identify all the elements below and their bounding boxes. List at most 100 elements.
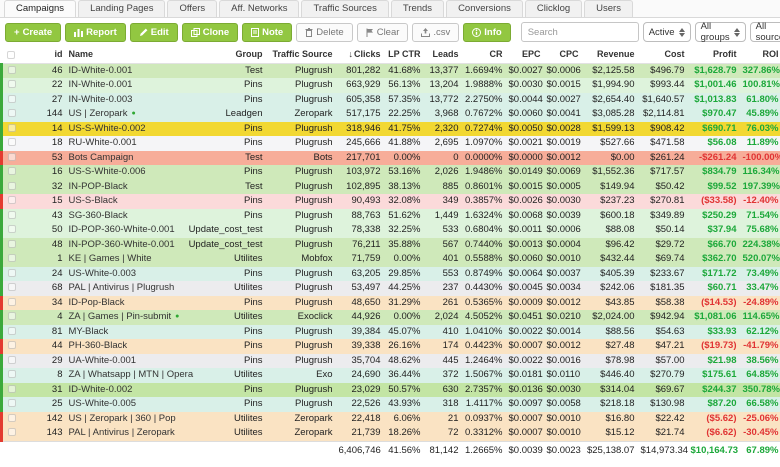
- table-row[interactable]: 43 SG-360-Black Pins Plugrush 88,763 51.…: [2, 209, 780, 224]
- row-checkbox[interactable]: [8, 298, 16, 306]
- table-row[interactable]: 68 PAL | Antivirus | Plugrush Utilites P…: [2, 281, 780, 296]
- table-row[interactable]: 15 US-S-Black Pins Plugrush 90,493 32.08…: [2, 194, 780, 209]
- export-csv-button[interactable]: .csv: [412, 23, 459, 42]
- table-row[interactable]: 48 IN-POP-360-White-0.001 Update_cost_te…: [2, 238, 780, 253]
- table-row[interactable]: 4 ZA | Games | Pin-submit● Utilites Exoc…: [2, 310, 780, 325]
- col-header-cost[interactable]: Cost: [638, 46, 688, 63]
- status-dot-icon: ●: [175, 313, 179, 320]
- row-checkbox[interactable]: [8, 312, 16, 320]
- create-button[interactable]: +Create: [5, 23, 61, 42]
- col-header-cr[interactable]: CR: [462, 46, 506, 63]
- table-row[interactable]: 142 US | Zeropark | 360 | Pop Utilites Z…: [2, 412, 780, 427]
- table-row[interactable]: 53 Bots Campaign Test Bots 217,701 0.00%…: [2, 151, 780, 166]
- tab-trends[interactable]: Trends: [391, 0, 444, 17]
- tab-landing-pages[interactable]: Landing Pages: [78, 0, 165, 17]
- cell-revenue: $237.23: [582, 194, 638, 209]
- tab-traffic-sources[interactable]: Traffic Sources: [301, 0, 388, 17]
- table-row[interactable]: 31 ID-White-0.002 Pins Plugrush 23,029 5…: [2, 383, 780, 398]
- table-row[interactable]: 22 IN-White-0.001 Pins Plugrush 663,929 …: [2, 78, 780, 93]
- cell-revenue: $88.08: [582, 223, 638, 238]
- table-row[interactable]: 34 ID-Pop-Black Pins Plugrush 48,650 31.…: [2, 296, 780, 311]
- row-checkbox[interactable]: [8, 356, 16, 364]
- row-checkbox[interactable]: [8, 167, 16, 175]
- row-checkbox[interactable]: [8, 254, 16, 262]
- col-header-leads[interactable]: Leads: [424, 46, 462, 63]
- col-header-revenue[interactable]: Revenue: [582, 46, 638, 63]
- row-checkbox[interactable]: [8, 399, 16, 407]
- col-header-lp-ctr[interactable]: LP CTR: [384, 46, 424, 63]
- cell-profit: $834.79: [688, 165, 740, 180]
- table-row[interactable]: 81 MY-Black Pins Plugrush 39,384 45.07% …: [2, 325, 780, 340]
- table-row[interactable]: 25 US-White-0.005 Pins Plugrush 22,526 4…: [2, 397, 780, 412]
- col-header-group[interactable]: Group: [186, 46, 266, 63]
- table-row[interactable]: 24 US-White-0.003 Pins Plugrush 63,205 2…: [2, 267, 780, 282]
- info-button[interactable]: Info: [463, 23, 510, 42]
- row-checkbox[interactable]: [8, 124, 16, 132]
- row-checkbox[interactable]: [8, 341, 16, 349]
- search-input[interactable]: [521, 22, 639, 42]
- cell-name: SG-360-Black: [66, 209, 186, 224]
- table-row[interactable]: 32 IN-POP-Black Test Plugrush 102,895 38…: [2, 180, 780, 195]
- cell-leads: 72: [424, 426, 462, 441]
- tab-conversions[interactable]: Conversions: [446, 0, 523, 17]
- tab-campaigns[interactable]: Campaigns: [4, 0, 76, 17]
- table-row[interactable]: 1 KE | Games | White Utilites Mobfox 71,…: [2, 252, 780, 267]
- group-filter-select[interactable]: All groups: [695, 22, 746, 42]
- row-checkbox[interactable]: [8, 66, 16, 74]
- tab-offers[interactable]: Offers: [167, 0, 217, 17]
- col-header-epc[interactable]: EPC: [506, 46, 544, 63]
- col-header-clicks[interactable]: ↓Clicks: [336, 46, 384, 63]
- table-row[interactable]: 46 ID-White-0.001 Test Plugrush 801,282 …: [2, 63, 780, 78]
- cell-cr: 0.6804%: [462, 223, 506, 238]
- row-checkbox[interactable]: [8, 138, 16, 146]
- clone-button[interactable]: Clone: [182, 23, 238, 42]
- row-checkbox[interactable]: [8, 80, 16, 88]
- cell-group: Pins: [186, 165, 266, 180]
- col-header-traffic-source[interactable]: Traffic Source: [266, 46, 336, 63]
- table-row[interactable]: 144 US | Zeropark● Leadgen Zeropark 517,…: [2, 107, 780, 122]
- table-row[interactable]: 44 PH-360-Black Pins Plugrush 39,338 26.…: [2, 339, 780, 354]
- row-checkbox[interactable]: [8, 414, 16, 422]
- row-checkbox[interactable]: [8, 109, 16, 117]
- row-checkbox[interactable]: [8, 370, 16, 378]
- col-header-roi[interactable]: ROI: [740, 46, 780, 63]
- table-row[interactable]: 143 PAL | Antivirus | Zeropark Utilites …: [2, 426, 780, 441]
- delete-button[interactable]: Delete: [296, 23, 352, 42]
- row-checkbox[interactable]: [8, 385, 16, 393]
- table-row[interactable]: 50 ID-POP-360-White-0.001 Update_cost_te…: [2, 223, 780, 238]
- cell-cpc: $0.0004: [544, 238, 582, 253]
- row-checkbox[interactable]: [8, 211, 16, 219]
- report-button[interactable]: Report: [65, 23, 126, 42]
- table-row[interactable]: 27 IN-White-0.003 Pins Plugrush 605,358 …: [2, 93, 780, 108]
- row-checkbox[interactable]: [8, 283, 16, 291]
- row-checkbox[interactable]: [8, 153, 16, 161]
- row-checkbox[interactable]: [8, 327, 16, 335]
- table-row[interactable]: 18 RU-White-0.001 Pins Plugrush 245,666 …: [2, 136, 780, 151]
- col-header-id[interactable]: id: [30, 46, 66, 63]
- status-filter-select[interactable]: Active: [643, 22, 691, 42]
- row-checkbox[interactable]: [8, 95, 16, 103]
- edit-button[interactable]: Edit: [130, 23, 178, 42]
- note-button[interactable]: Note: [242, 23, 292, 42]
- source-filter-select[interactable]: All sources: [750, 22, 780, 42]
- table-row[interactable]: 16 US-S-White-0.006 Pins Plugrush 103,97…: [2, 165, 780, 180]
- tab-users[interactable]: Users: [584, 0, 633, 17]
- tab-aff-networks[interactable]: Aff. Networks: [219, 0, 299, 17]
- row-checkbox[interactable]: [8, 182, 16, 190]
- table-row[interactable]: 14 US-S-White-0.002 Pins Plugrush 318,94…: [2, 122, 780, 137]
- row-checkbox[interactable]: [8, 225, 16, 233]
- tab-clicklog[interactable]: Clicklog: [525, 0, 582, 17]
- row-checkbox[interactable]: [8, 240, 16, 248]
- cell-epc: $0.0044: [506, 93, 544, 108]
- row-checkbox[interactable]: [8, 269, 16, 277]
- col-header-cpc[interactable]: CPC: [544, 46, 582, 63]
- table-row[interactable]: 8 ZA | Whatsapp | MTN | Opera Utilites E…: [2, 368, 780, 383]
- select-all-checkbox[interactable]: [7, 51, 15, 59]
- row-checkbox[interactable]: [8, 428, 16, 436]
- col-header-profit[interactable]: Profit: [688, 46, 740, 63]
- table-row[interactable]: 29 UA-White-0.001 Pins Plugrush 35,704 4…: [2, 354, 780, 369]
- col-header-name[interactable]: Name: [66, 46, 186, 63]
- clear-button[interactable]: Clear: [357, 23, 409, 42]
- row-checkbox[interactable]: [8, 196, 16, 204]
- cell-profit: $362.70: [688, 252, 740, 267]
